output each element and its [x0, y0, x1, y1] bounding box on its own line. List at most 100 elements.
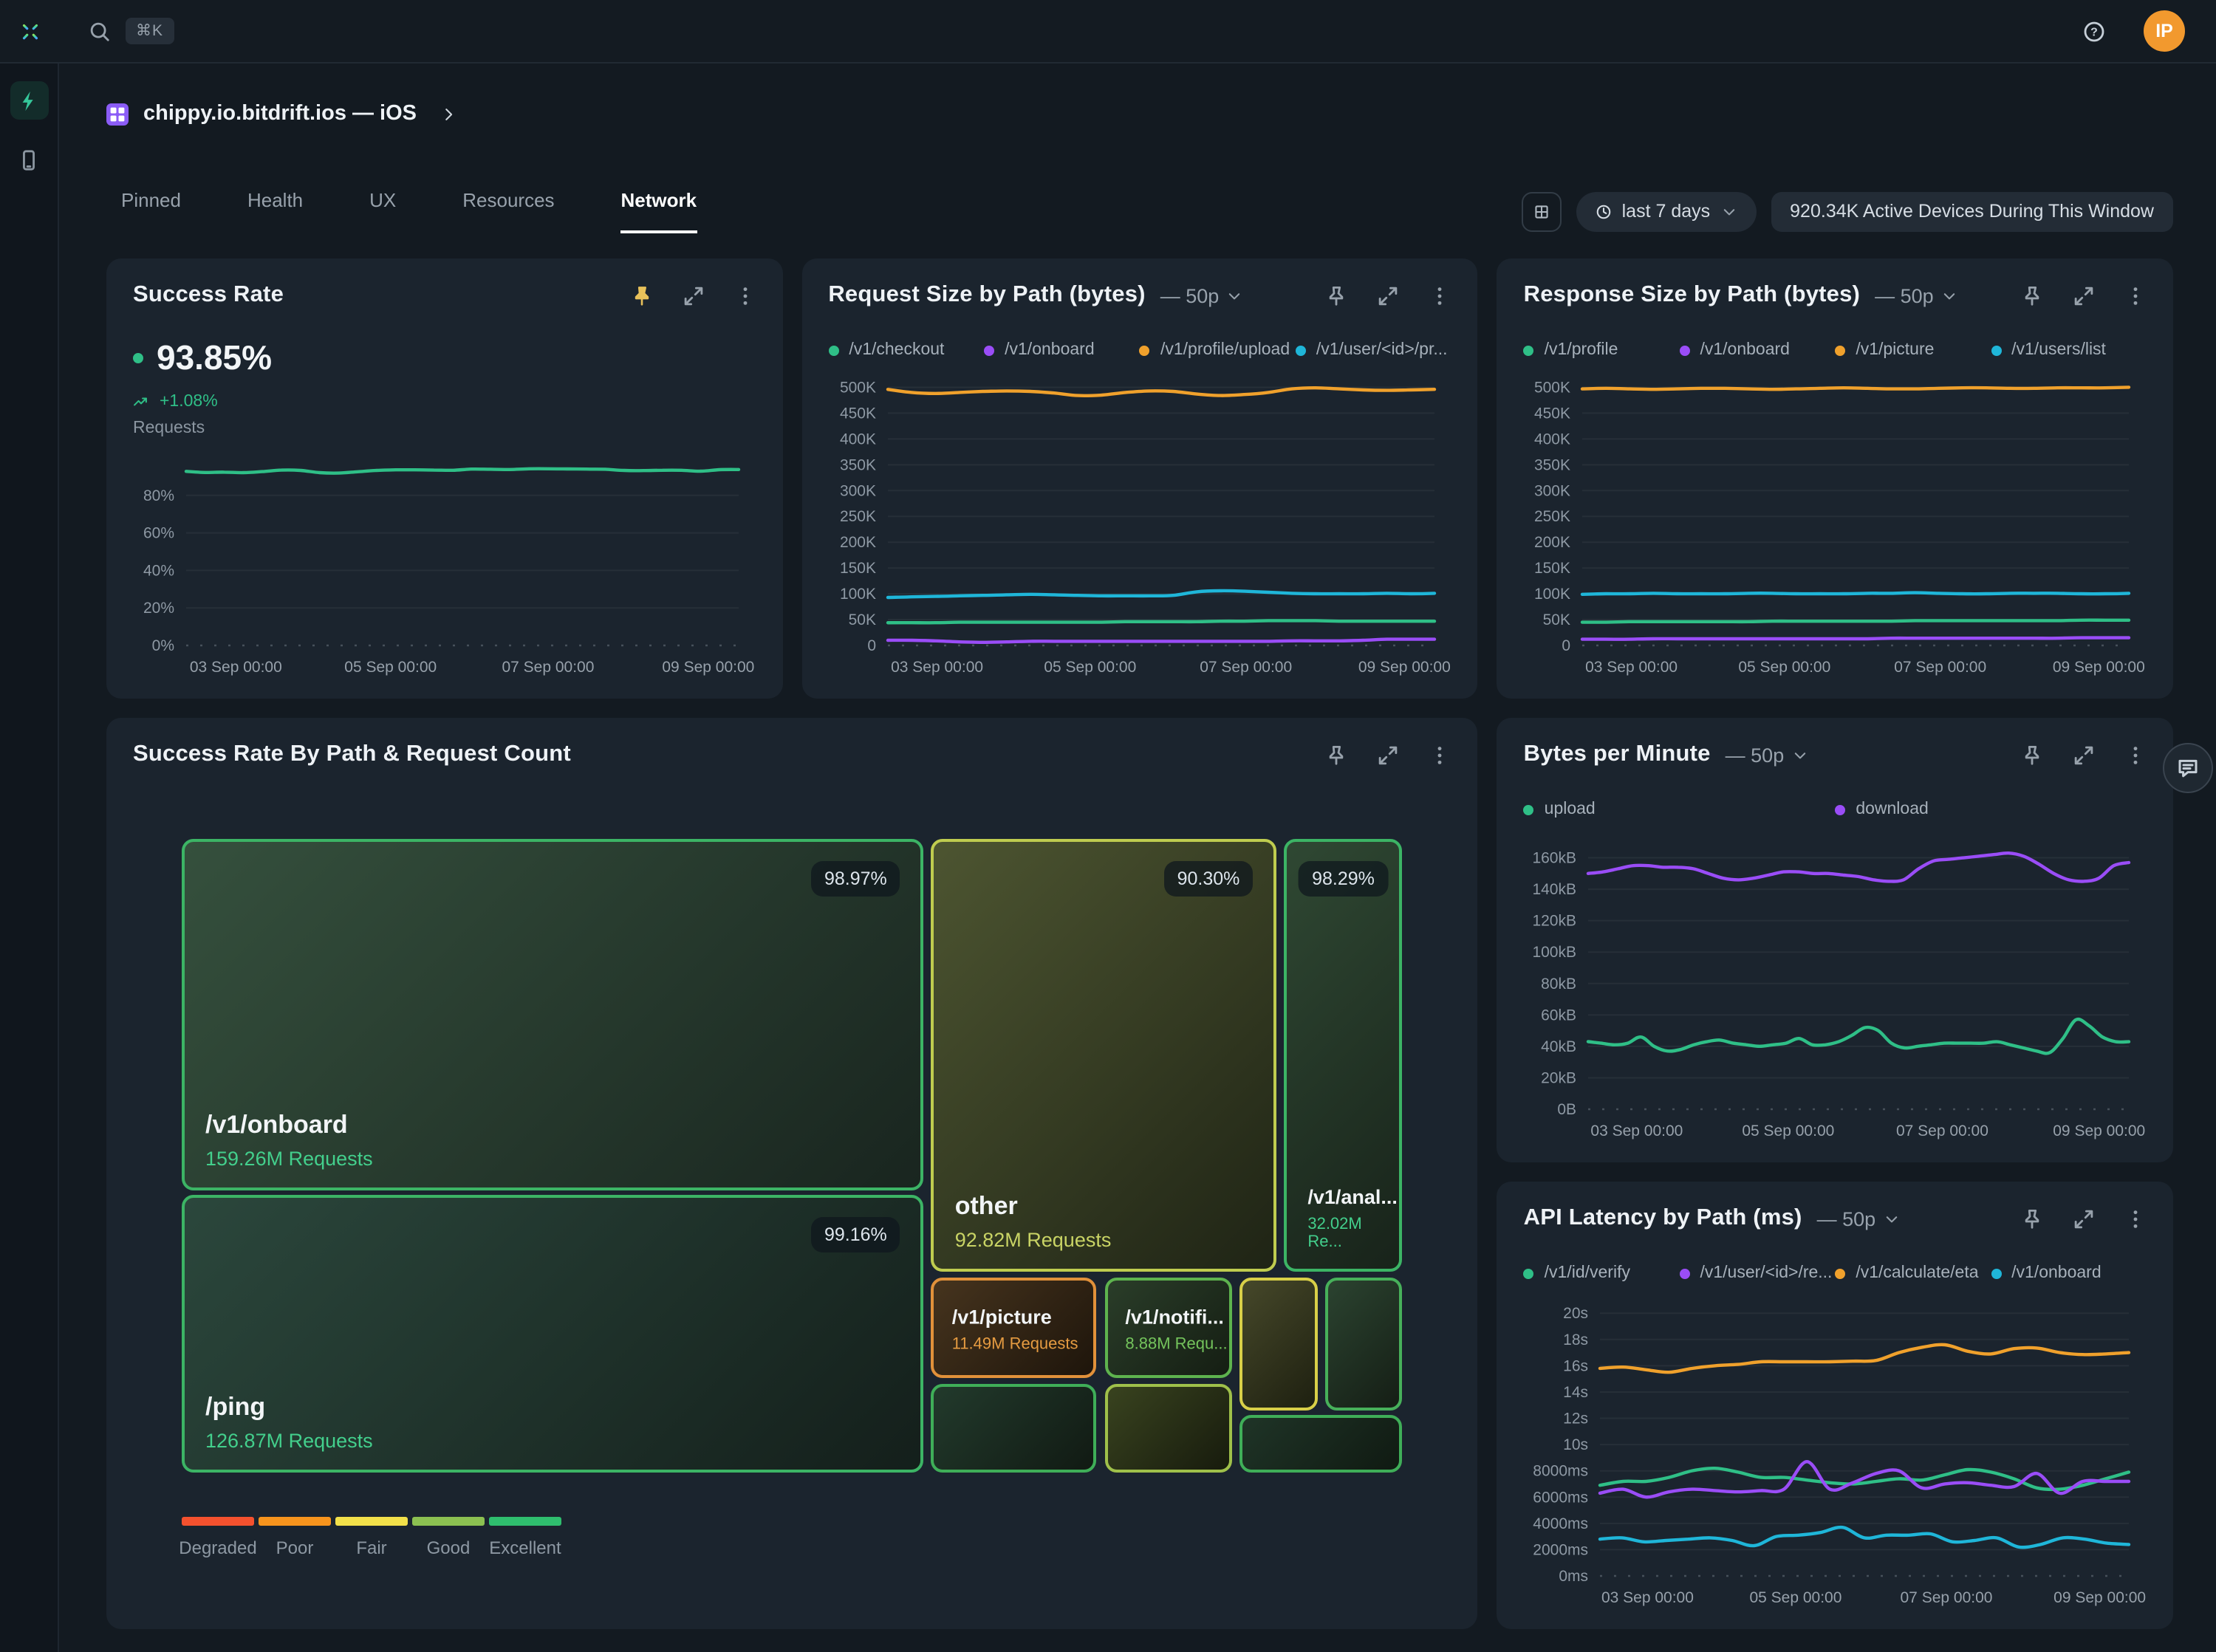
tile-path: /v1/picture — [952, 1306, 1078, 1329]
treemap-tile[interactable] — [1104, 1384, 1231, 1473]
legend-dot — [1991, 345, 2001, 355]
legend-item[interactable]: /v1/onboard — [984, 341, 1140, 359]
treemap-tile[interactable] — [931, 1384, 1096, 1473]
success-rate-chart: 0%20%40%60%80%03 Sep 00:0005 Sep 00:0007… — [133, 446, 756, 681]
kebab-menu-icon[interactable] — [733, 284, 756, 306]
tab-resources[interactable]: Resources — [462, 189, 554, 233]
pin-icon[interactable] — [2021, 744, 2043, 766]
treemap-tile-ping[interactable]: 99.16%/ping126.87M Requests — [182, 1194, 924, 1473]
tab-pinned[interactable]: Pinned — [121, 189, 181, 233]
legend-item[interactable]: /v1/calculate/eta — [1835, 1264, 1991, 1282]
treemap-tile-v1-anal[interactable]: 98.29%/v1/anal...32.02M Re... — [1284, 839, 1402, 1272]
pin-icon[interactable] — [1326, 284, 1348, 306]
grid-icon — [1533, 203, 1550, 219]
avatar[interactable]: IP — [2144, 10, 2185, 52]
tile-request-count: 11.49M Requests — [952, 1336, 1078, 1354]
percentile-selector[interactable]: — 50p — [1160, 284, 1243, 306]
legend-item[interactable]: /v1/picture — [1835, 341, 1991, 359]
legend-item[interactable]: /v1/onboard — [1991, 1264, 2147, 1282]
pin-icon[interactable] — [630, 284, 652, 306]
pin-icon[interactable] — [2021, 284, 2043, 306]
expand-icon[interactable] — [1378, 284, 1400, 306]
breadcrumb[interactable]: chippy.io.bitdrift.ios — iOS — [106, 96, 2173, 131]
ramp-swatch — [412, 1517, 485, 1526]
kebab-menu-icon[interactable] — [1429, 284, 1451, 306]
treemap-tile-v1-notifi[interactable]: /v1/notifi...8.88M Requ... — [1104, 1278, 1231, 1379]
svg-text:400K: 400K — [1535, 431, 1571, 448]
tab-ux[interactable]: UX — [369, 189, 396, 233]
svg-text:07 Sep 00:00: 07 Sep 00:00 — [1895, 659, 1987, 676]
legend-item[interactable]: /v1/profile — [1524, 341, 1680, 359]
percentile-label: — 50p — [1875, 284, 1934, 306]
active-devices-label: 920.34K Active Devices During This Windo… — [1790, 201, 2154, 222]
tile-request-count: 8.88M Requ... — [1125, 1336, 1227, 1354]
legend-item[interactable]: /v1/checkout — [828, 341, 984, 359]
legend-item[interactable]: upload — [1524, 801, 1836, 818]
legend-dot — [1524, 1268, 1534, 1278]
percentile-selector[interactable]: — 50p — [1726, 744, 1808, 766]
tab-network[interactable]: Network — [621, 189, 697, 233]
ramp-label: Poor — [276, 1538, 314, 1558]
feedback-chat-button[interactable] — [2163, 743, 2213, 793]
svg-text:20s: 20s — [1564, 1305, 1589, 1322]
svg-text:100K: 100K — [1535, 586, 1571, 603]
left-rail — [0, 64, 59, 1652]
status-dot — [133, 353, 143, 363]
legend-item[interactable]: /v1/user/<id>/pr... — [1296, 341, 1451, 359]
card-success-rate: Success Rate 93.85% +1.08% Requests — [106, 258, 782, 699]
kebab-menu-icon[interactable] — [2124, 1207, 2147, 1230]
legend-item[interactable]: /v1/users/list — [1991, 341, 2147, 359]
tile-request-count: 126.87M Requests — [205, 1430, 373, 1452]
expand-icon[interactable] — [1378, 744, 1400, 766]
bitdrift-logo[interactable] — [0, 20, 59, 42]
legend-item[interactable]: download — [1835, 801, 2147, 818]
treemap-tile[interactable] — [1239, 1278, 1318, 1410]
legend-item[interactable]: /v1/id/verify — [1524, 1264, 1680, 1282]
legend-dot — [1835, 804, 1845, 815]
tile-label: /v1/anal...32.02M Re... — [1307, 1186, 1399, 1251]
treemap-tile[interactable] — [1326, 1278, 1403, 1410]
trend-up-icon — [133, 394, 149, 410]
expand-icon[interactable] — [2073, 744, 2095, 766]
treemap-tile-v1-picture[interactable]: /v1/picture 11.49M Requests — [931, 1278, 1096, 1379]
treemap-tile-other[interactable]: 90.30%other92.82M Requests — [931, 839, 1277, 1272]
kebab-menu-icon[interactable] — [2124, 284, 2147, 306]
legend-item[interactable]: /v1/profile/upload — [1140, 341, 1296, 359]
treemap-tile[interactable] — [1239, 1414, 1402, 1473]
pin-icon[interactable] — [2021, 1207, 2043, 1230]
svg-text:07 Sep 00:00: 07 Sep 00:00 — [1901, 1589, 1993, 1606]
success-rate-badge: 99.16% — [811, 1216, 900, 1252]
legend-item[interactable]: /v1/user/<id>/re... — [1679, 1264, 1835, 1282]
layout-grid-button[interactable] — [1522, 191, 1562, 231]
expand-icon[interactable] — [2073, 284, 2095, 306]
chart-svg: 0%20%40%60%80%03 Sep 00:0005 Sep 00:0007… — [133, 446, 756, 681]
bolt-icon — [18, 89, 40, 112]
legend-item[interactable]: /v1/onboard — [1679, 341, 1835, 359]
kebab-menu-icon[interactable] — [1429, 744, 1451, 766]
rail-item-devices[interactable] — [10, 140, 48, 179]
tab-health[interactable]: Health — [247, 189, 303, 233]
pin-icon[interactable] — [1326, 744, 1348, 766]
ramp-label: Fair — [356, 1538, 386, 1558]
svg-text:80%: 80% — [143, 487, 174, 504]
rail-item-timeline[interactable] — [10, 81, 48, 120]
treemap-tile-v1-onboard[interactable]: 98.97%/v1/onboard159.26M Requests — [182, 839, 924, 1190]
card-title: Request Size by Path (bytes) — [828, 282, 1145, 309]
global-search[interactable]: ⌘K — [89, 18, 174, 44]
help-icon[interactable]: ? — [2083, 20, 2105, 42]
kebab-menu-icon[interactable] — [2124, 744, 2147, 766]
time-range-selector[interactable]: last 7 days — [1576, 191, 1757, 231]
percentile-selector[interactable]: — 50p — [1817, 1207, 1900, 1230]
tile-path: other — [955, 1192, 1112, 1221]
svg-text:200K: 200K — [839, 534, 875, 551]
svg-text:200K: 200K — [1535, 534, 1571, 551]
expand-icon[interactable] — [2073, 1207, 2095, 1230]
app-window: ⌘K ? IP chippy.io.bitdrift.ios — iOS Pin… — [0, 0, 2216, 1652]
svg-text:350K: 350K — [1535, 456, 1571, 473]
svg-text:05 Sep 00:00: 05 Sep 00:00 — [344, 659, 437, 676]
response-size-legend: /v1/profile/v1/onboard/v1/picture/v1/use… — [1524, 341, 2147, 359]
svg-text:120kB: 120kB — [1533, 913, 1577, 930]
percentile-selector[interactable]: — 50p — [1875, 284, 1957, 306]
legend-label: /v1/id/verify — [1545, 1264, 1630, 1282]
expand-icon[interactable] — [682, 284, 704, 306]
